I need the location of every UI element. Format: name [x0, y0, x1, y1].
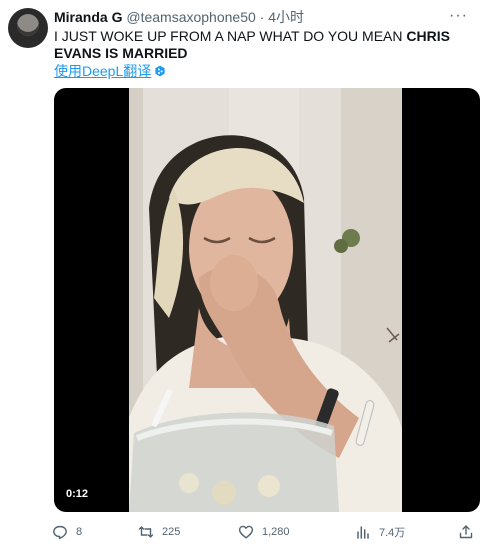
- views-button[interactable]: 7.4万: [355, 524, 405, 540]
- timestamp[interactable]: 4小时: [268, 9, 304, 25]
- retweet-count: 225: [162, 526, 181, 538]
- retweet-button[interactable]: 225: [138, 524, 180, 540]
- tweet-text-normal: I JUST WOKE UP FROM A NAP WHAT DO YOU ME…: [54, 28, 407, 44]
- deepl-icon: [155, 65, 165, 77]
- share-button[interactable]: [458, 524, 474, 540]
- video-frame: [129, 88, 402, 512]
- translate-link[interactable]: 使用DeepL翻译: [54, 61, 166, 81]
- like-count: 1,280: [262, 526, 290, 538]
- video-player[interactable]: 0:12: [54, 88, 480, 512]
- tweet-card[interactable]: Miranda G @teamsaxophone50 · 4小时 ··· I J…: [0, 0, 484, 547]
- bar-chart-icon: [357, 526, 369, 539]
- views-count: 7.4万: [379, 527, 406, 539]
- action-bar: 8 225 1,280 7.4万: [50, 524, 480, 544]
- video-timestamp: 0:12: [62, 486, 93, 502]
- more-options-icon[interactable]: ···: [449, 7, 468, 25]
- retweet-icon: [138, 526, 154, 538]
- header-separator: ·: [259, 9, 265, 25]
- translate-label[interactable]: 使用DeepL翻译: [54, 61, 151, 81]
- tweet-text: I JUST WOKE UP FROM A NAP WHAT DO YOU ME…: [54, 28, 466, 62]
- reply-icon: [53, 525, 67, 540]
- author-handle[interactable]: @teamsaxophone50: [126, 9, 255, 25]
- share-icon: [459, 525, 473, 539]
- reply-count: 8: [76, 526, 83, 538]
- reply-button[interactable]: 8: [52, 524, 82, 540]
- avatar-face-icon: [17, 14, 39, 36]
- tweet-header: Miranda G @teamsaxophone50 · 4小时: [54, 9, 304, 25]
- like-button[interactable]: 1,280: [238, 524, 290, 540]
- video-thumbnail: [129, 88, 402, 512]
- heart-icon: [238, 525, 254, 539]
- author-name[interactable]: Miranda G: [54, 9, 122, 25]
- avatar[interactable]: [8, 8, 48, 48]
